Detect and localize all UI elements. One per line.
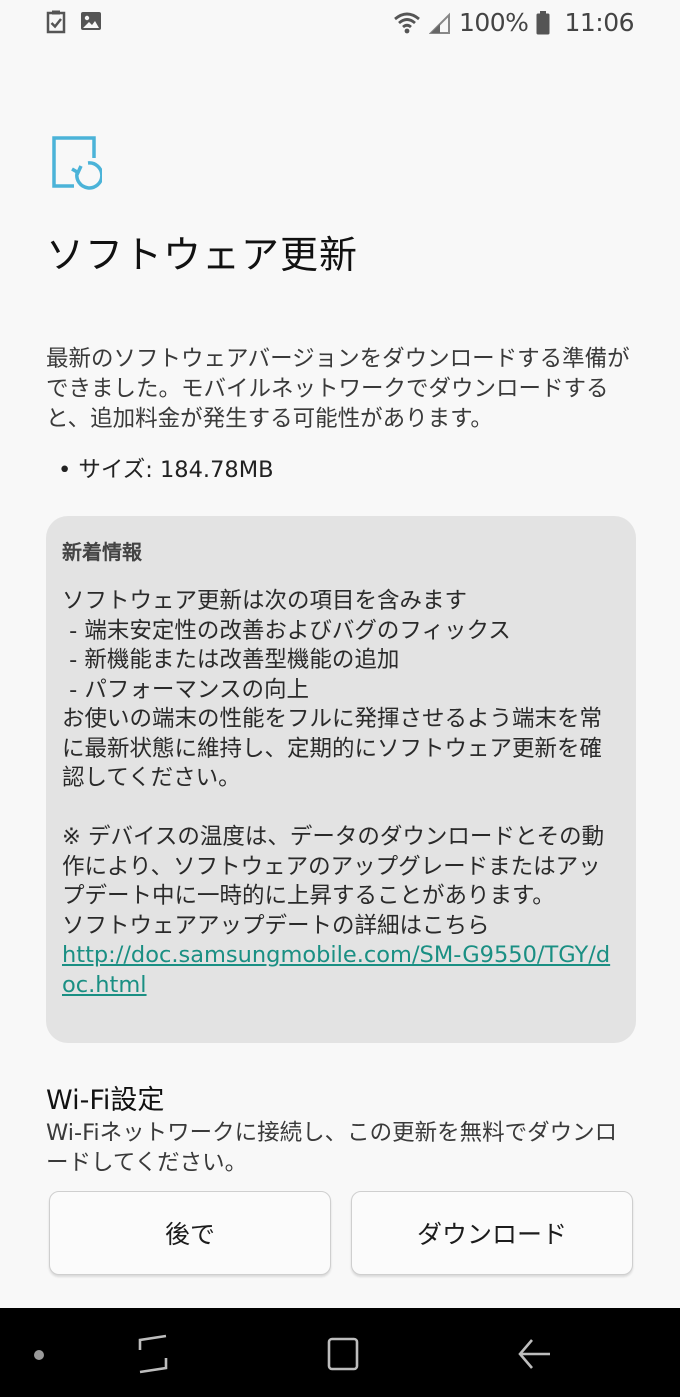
whats-new-title: 新着情報 — [62, 540, 142, 564]
whats-new-card: 新着情報 ソフトウェア更新は次の項目を含みます - 端末安定性の改善およびバグの… — [46, 516, 636, 1043]
task-checkbox-icon — [46, 10, 66, 34]
clock: 11:06 — [564, 8, 634, 37]
update-description: 最新のソフトウェアバージョンをダウンロードする準備ができました。モバイルネットワ… — [46, 346, 630, 432]
whats-new-body: ソフトウェア更新は次の項目を含みます - 端末安定性の改善およびバグのフィックス… — [62, 588, 605, 939]
details-link[interactable]: http://doc.samsungmobile.com/SM-G9550/TG… — [62, 941, 620, 1000]
later-button[interactable]: 後で — [49, 1191, 331, 1275]
download-button[interactable]: ダウンロード — [351, 1191, 633, 1275]
page-title: ソフトウェア更新 — [46, 233, 359, 277]
wifi-settings-description: Wi-Fiネットワークに接続し、この更新を無料でダウンロードしてください。 — [46, 1120, 618, 1176]
battery-icon — [536, 10, 550, 34]
recent-apps-icon[interactable] — [136, 1334, 170, 1374]
status-bar: 100% 11:06 — [0, 0, 680, 48]
home-icon[interactable] — [326, 1334, 362, 1374]
wifi-settings-title: Wi-Fi設定 — [46, 1085, 165, 1116]
software-update-icon — [52, 136, 102, 190]
update-size: • サイズ: 184.78MB — [58, 457, 274, 483]
back-icon[interactable] — [514, 1334, 554, 1374]
gallery-icon — [81, 12, 101, 30]
cell-signal-icon — [428, 12, 450, 34]
wifi-icon — [394, 12, 420, 33]
nav-bar-handle[interactable] — [34, 1350, 44, 1360]
battery-percentage: 100% — [458, 8, 529, 37]
